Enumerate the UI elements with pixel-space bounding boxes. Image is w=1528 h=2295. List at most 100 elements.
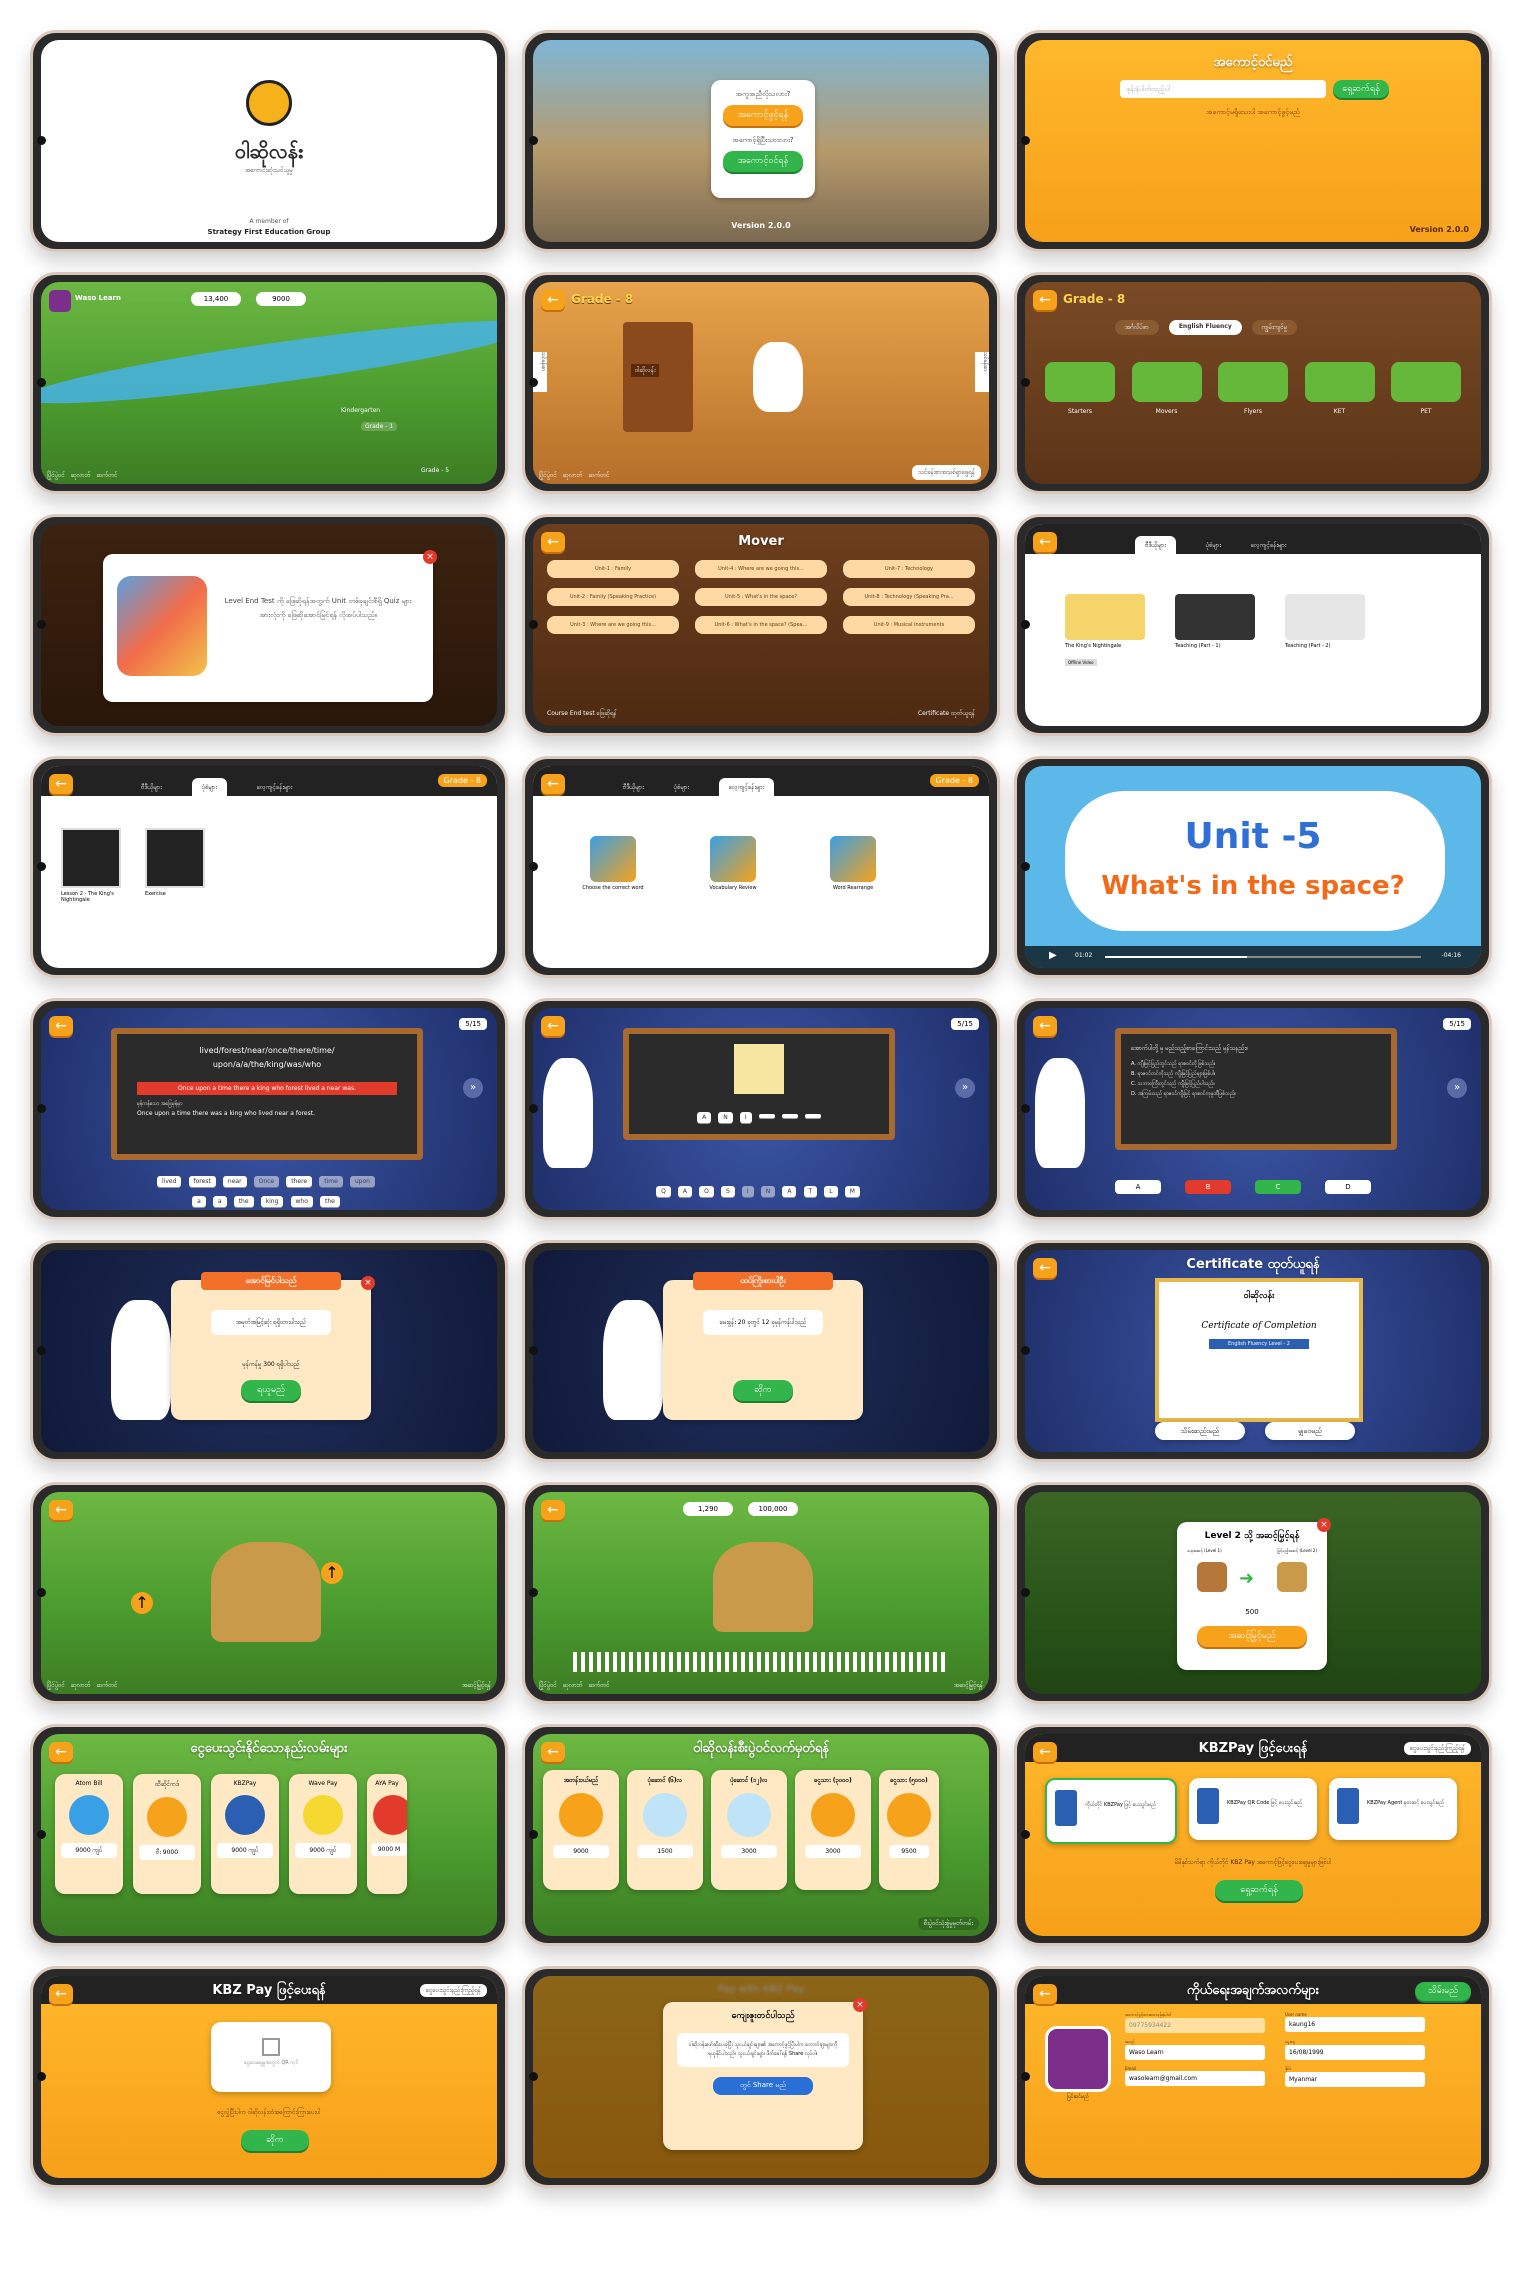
word-tile[interactable]: king [260,1196,284,1207]
unit-5[interactable]: Unit-5 : What's in the space? [695,588,827,606]
letter-tile[interactable]: I [741,1186,754,1197]
claim-button[interactable]: ရယူမည် [241,1380,301,1401]
unit-4[interactable]: Unit-4 : Where are we going this... [695,560,827,578]
birthday-input[interactable]: 16/08/1999 [1285,2045,1425,2060]
method-card[interactable]: AYA Pay 9000 M [367,1774,407,1894]
email-input[interactable]: wasolearn@gmail.com [1125,2071,1265,2086]
help-link[interactable]: ငွေပေးသွင်းနည်းကြည့်ရန် [419,1984,487,1997]
save-button[interactable]: သိမ်းမည် [1415,1982,1471,2001]
letter-tile[interactable]: N [760,1186,776,1197]
right-tab[interactable]: သင်ခန်းစာ [975,352,989,392]
nav-settings[interactable]: ဆက်တင် [97,471,118,480]
plan-card[interactable]: အတန်းဝယ်မည် 9000 [543,1770,619,1890]
ok-button[interactable]: ဆိုက [241,2130,309,2151]
unit-7[interactable]: Unit-7 : Technology [843,560,975,578]
answer-d-button[interactable]: D [1325,1180,1371,1194]
ok-button[interactable]: ဆိုက [733,1380,793,1401]
nav-settings[interactable]: ဆက်တင် [589,1681,610,1690]
close-icon[interactable]: × [1317,1518,1331,1532]
new-lesson-button[interactable]: သင်ခန်းစာအသစ်ရှာဖွေရန် [912,465,981,480]
hut[interactable] [713,1542,813,1632]
download-button[interactable]: သိမ်းဆည်းမည် [1155,1422,1245,1440]
kbz-option[interactable]: KBZPay Agent မှတဆင့် ပေးသွင်းမည် [1329,1778,1457,1840]
video-card[interactable]: Teaching (Part - 2) [1285,594,1365,668]
continue-button[interactable]: ရှေ့ဆက်ရန် [1333,80,1389,98]
page-card[interactable]: Lesson 2 - The King's Nightingale [61,828,121,903]
word-tile[interactable]: time [319,1176,343,1187]
tab-english[interactable]: အင်္ဂလိပ်စာ [1115,320,1159,335]
share-button[interactable]: တွင် Share မည် [713,2077,813,2095]
grade-label-kg[interactable]: Kindergarten [341,407,380,414]
username-input[interactable]: kaung16 [1285,2017,1425,2032]
unit-8[interactable]: Unit-8 : Technology (Speaking Pra... [843,588,975,606]
share-button[interactable]: မျှဝေမည် [1265,1422,1355,1440]
tab-images[interactable]: ပုံစံများ [191,778,227,797]
nav-settings[interactable]: ဆက်တင် [97,1681,118,1690]
nav-rewards[interactable]: ဆုလာဘ် [563,1681,583,1690]
nav-compete[interactable]: ပြိုင်ပွဲဝင် [47,1681,65,1690]
exercise-card[interactable]: Vocabulary Review [693,836,773,891]
nav-rewards[interactable]: ဆုလာဘ် [71,1681,91,1690]
door[interactable] [623,322,693,432]
seek-bar[interactable] [1105,956,1421,958]
level-starters[interactable]: Starters [1045,362,1115,415]
tab-exercises[interactable]: လေ့ကျင့်ခန်းများ [257,778,292,797]
method-card[interactable]: Wave Pay 9000 ကျပ် [289,1774,357,1894]
answer-slot[interactable] [781,1114,798,1118]
letter-tile[interactable]: A [782,1186,797,1197]
answer-c-button[interactable]: C [1255,1180,1301,1194]
method-card[interactable]: Atom Bill 9000 ကျပ် [55,1774,123,1894]
upgrade-arrow-icon[interactable]: ↑ [131,1592,153,1614]
avatar[interactable] [1045,2026,1111,2092]
video-card[interactable]: Teaching (Part - 1) [1175,594,1255,668]
tab-exercises[interactable]: လေ့ကျင့်ခန်းများ [1251,536,1286,555]
tab-videos[interactable]: ဗီဒီယိုများ [1135,536,1176,555]
next-arrow-icon[interactable]: » [955,1078,975,1098]
answer-a-button[interactable]: A [1115,1180,1161,1194]
continue-button[interactable]: ရှေ့ဆက်ရန် [1215,1880,1303,1901]
kbz-option[interactable]: KBZPay QR Code ဖြင့် ပေးသွင်းမည် [1189,1778,1317,1840]
tab-fluency[interactable]: English Fluency [1168,320,1242,335]
edit-avatar-link[interactable]: ပြင်ဆင်မည် [1045,2094,1111,2101]
plan-card[interactable]: ပုံဆောင် (၁၂)လ 3000 [711,1770,787,1890]
unit-2[interactable]: Unit-2 : Family (Speaking Practice) [547,588,679,606]
answer-slot[interactable]: I [739,1112,752,1123]
letter-tile[interactable]: Q [656,1186,671,1197]
word-tile[interactable]: Once [253,1176,280,1187]
signup-link[interactable]: အကောင့်မရှိသေးပါ အကောင့်ဖွင့်မည် [1025,108,1481,118]
letter-tile[interactable]: T [803,1186,818,1197]
letter-tile[interactable]: L [824,1186,838,1197]
unit-9[interactable]: Unit-9 : Musical Instruments [843,616,975,634]
word-tile[interactable]: there [286,1176,313,1187]
tab-images[interactable]: ပုံစံများ [1206,536,1221,555]
upgrade-confirm-button[interactable]: အဆင့်မြှင့်မည် [1197,1626,1307,1647]
back-button[interactable]: ← [541,774,565,794]
course-end-test-button[interactable]: Course End test ဖြေဆိုရန် [547,709,617,718]
unit-1[interactable]: Unit-1 : Family [547,560,679,578]
back-button[interactable]: ← [541,290,565,310]
nav-settings[interactable]: ဆက်တင် [589,471,610,480]
history-link[interactable]: စီးပွဲဝင်သုံးစွဲမှုမှတ်တမ်း [917,1917,979,1930]
level-ket[interactable]: KET [1304,362,1375,415]
avatar[interactable] [49,290,71,312]
letter-tile[interactable]: A [677,1186,693,1197]
tab-skills[interactable]: ကျွမ်းကျင်မှု [1251,320,1298,335]
method-card[interactable]: KBZPay 9000 ကျပ် [211,1774,279,1894]
play-icon[interactable]: ▶ [1049,950,1057,961]
next-arrow-icon[interactable]: » [463,1078,483,1098]
answer-slot[interactable] [758,1114,775,1118]
answer-slot[interactable]: A [697,1112,712,1123]
back-button[interactable]: ← [541,1016,565,1036]
back-button[interactable]: ← [1033,1016,1057,1036]
letter-tile[interactable]: S [720,1186,735,1197]
back-button[interactable]: ← [541,1500,565,1520]
exercise-card[interactable]: Choose the correct word [573,836,653,891]
word-tile[interactable]: a [192,1196,206,1207]
method-card[interactable]: ထီဆိုင်ကဒ် ဗီး 9000 [133,1774,201,1894]
close-icon[interactable]: × [423,550,437,564]
page-card[interactable]: Exercise [145,828,205,903]
back-button[interactable]: ← [1033,290,1057,310]
answer-slot[interactable]: N [718,1112,733,1123]
hut[interactable] [211,1542,321,1642]
upgrade-button[interactable]: အဆင့်မြှင့်ရန် [462,1681,491,1690]
